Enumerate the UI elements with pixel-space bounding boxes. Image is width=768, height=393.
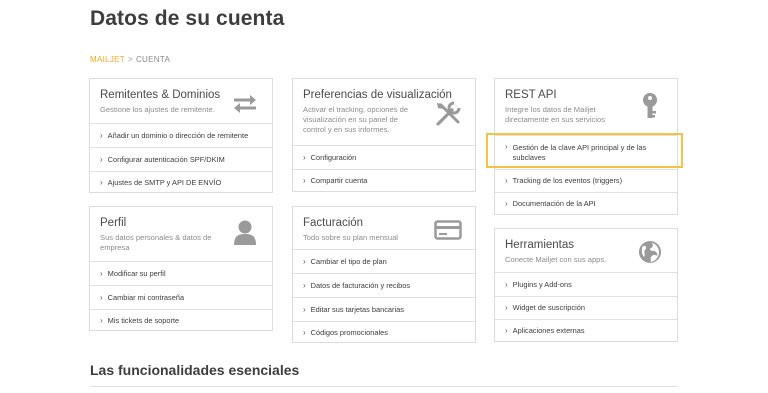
card-perfil: Perfil Sus datos personales & datos de e… (89, 206, 273, 331)
link-promo-codes[interactable]: › Códigos promocionales (293, 321, 475, 343)
chevron-right-icon: › (100, 292, 103, 302)
credit-card-icon (433, 215, 463, 245)
link-plugins[interactable]: › Plugins y Add-ons (495, 272, 677, 296)
chevron-right-icon: › (303, 256, 306, 266)
link-event-tracking[interactable]: › Tracking de los eventos (triggers) (495, 169, 677, 192)
chevron-right-icon: › (303, 280, 306, 290)
chevron-right-icon: › (100, 154, 103, 164)
link-smtp-api[interactable]: › Ajustes de SMTP y API DE ENVÍO (90, 171, 272, 193)
chevron-right-icon: › (303, 327, 306, 337)
link-modify-profile[interactable]: › Modificar su perfil (90, 261, 272, 285)
chevron-right-icon: › (505, 199, 508, 209)
card-facturacion: Facturación Todo sobre su plan mensual ›… (292, 206, 476, 343)
card-rest-api: REST API Integre los datos de Mailjet di… (494, 78, 678, 215)
link-api-keys[interactable]: › Gestión de la clave API principal y de … (495, 135, 677, 169)
chevron-right-icon: › (100, 177, 103, 187)
card-herramientas: Herramientas Conecte Mailjet con sus app… (494, 228, 678, 342)
link-edit-cards[interactable]: › Editar sus tarjetas bancarias (293, 297, 475, 321)
chevron-right-icon: › (505, 303, 508, 313)
link-add-domain[interactable]: › Añadir un dominio o dirección de remite… (90, 123, 272, 147)
link-change-plan[interactable]: › Cambiar el tipo de plan (293, 249, 475, 273)
chevron-right-icon: › (303, 152, 306, 162)
link-change-password[interactable]: › Cambiar mi contraseña (90, 285, 272, 309)
chevron-right-icon: › (505, 176, 508, 186)
breadcrumb-current: CUENTA (135, 55, 171, 64)
chevron-right-icon: › (100, 130, 103, 140)
page-title: Datos de su cuenta (90, 7, 285, 30)
link-api-docs[interactable]: › Documentación de la API (495, 192, 677, 215)
chevron-right-icon: › (505, 326, 508, 336)
card-preferencias-visualizacion: Preferencias de visualización Activar el… (292, 78, 476, 192)
link-share-account[interactable]: › Compartir cuenta (293, 169, 475, 192)
breadcrumb: MAILJET > CUENTA (90, 55, 170, 64)
section-title-essentials: Las funcionalidades esenciales (90, 362, 300, 378)
section-divider (90, 386, 678, 387)
link-spf-dkim[interactable]: › Configurar autenticación SPF/DKIM (90, 147, 272, 171)
link-configuracion[interactable]: › Configuración (293, 145, 475, 169)
link-subscription-widget[interactable]: › Widget de suscripción (495, 296, 677, 319)
arrows-swap-icon (230, 89, 260, 119)
breadcrumb-mailjet-link[interactable]: MAILJET (90, 55, 125, 64)
link-external-apps[interactable]: › Aplicaciones externas (495, 319, 677, 342)
breadcrumb-separator: > (128, 55, 133, 64)
link-support-tickets[interactable]: › Mis tickets de soporte (90, 309, 272, 331)
chevron-right-icon: › (100, 268, 103, 278)
globe-icon (635, 237, 665, 267)
tools-icon (433, 99, 463, 129)
key-icon (635, 91, 665, 121)
user-icon (230, 217, 260, 247)
chevron-right-icon: › (303, 176, 306, 186)
chevron-right-icon: › (303, 304, 306, 314)
chevron-right-icon: › (100, 315, 103, 325)
chevron-right-icon: › (505, 279, 508, 289)
card-remitentes-dominios: Remitentes & Dominios Gestione los ajust… (89, 78, 273, 193)
link-billing-data[interactable]: › Datos de facturación y recibos (293, 273, 475, 297)
chevron-right-icon: › (505, 142, 508, 151)
